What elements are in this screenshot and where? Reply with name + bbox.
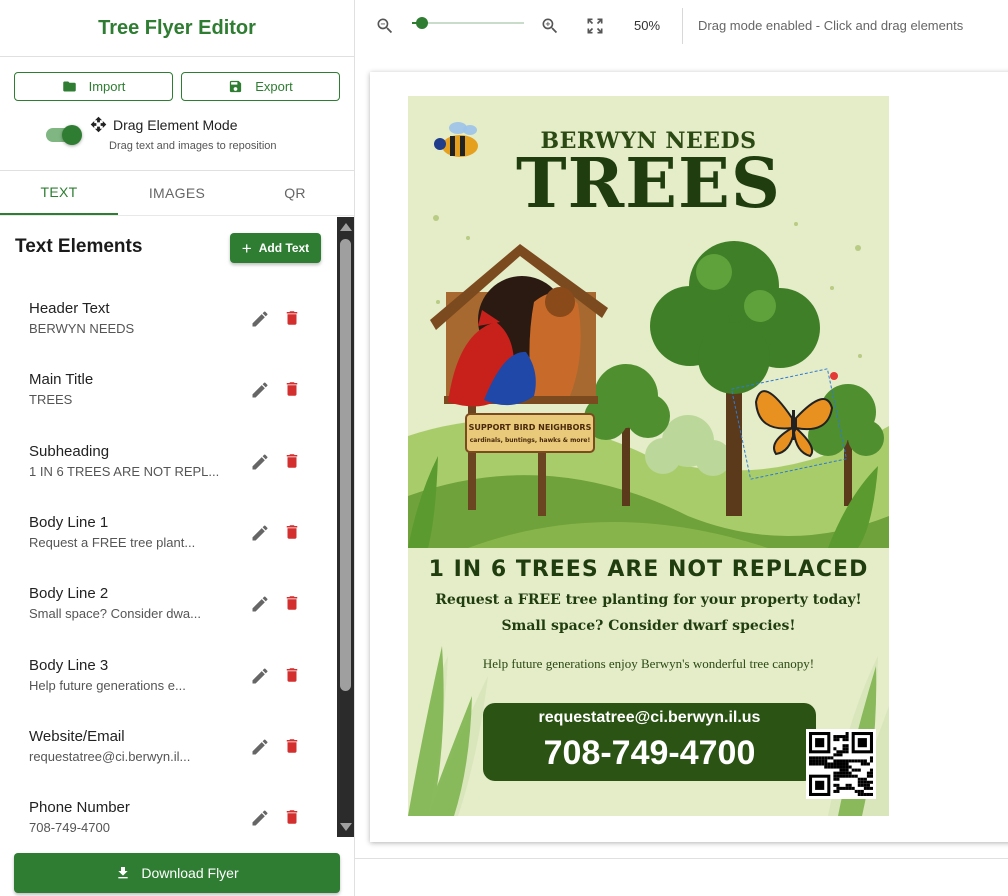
- text-element-title: Body Line 3: [29, 656, 109, 674]
- zoom-slider[interactable]: [412, 17, 524, 29]
- folder-icon: [62, 81, 76, 92]
- text-element-row[interactable]: Header Text BERWYN NEEDS: [29, 300, 319, 350]
- edit-icon[interactable]: [250, 737, 270, 757]
- text-element-title: Phone Number: [29, 799, 130, 817]
- save-icon: [230, 80, 242, 93]
- text-element-title: Body Line 2: [29, 585, 109, 603]
- status-text: Drag mode enabled - Click and drag eleme…: [698, 18, 964, 33]
- zoom-percentage: 50%: [634, 18, 661, 33]
- text-element-row[interactable]: Body Line 1 Request a FREE tree plant...: [29, 514, 319, 564]
- drag-mode-toggle[interactable]: [46, 125, 82, 145]
- drag-mode-hint: Drag text and images to reposition: [109, 140, 277, 152]
- delete-icon[interactable]: [283, 523, 301, 543]
- download-label: Download Flyer: [141, 865, 239, 881]
- text-element-value: 708-749-4700: [29, 820, 110, 836]
- qr-code-pattern: [809, 732, 873, 796]
- text-element-value: requestatree@ci.berwyn.il...: [29, 748, 191, 764]
- top-toolbar: 50% Drag mode enabled - Click and drag e…: [355, 0, 1008, 52]
- import-export-row: Import Export: [14, 72, 340, 101]
- scroll-down-arrow[interactable]: [340, 823, 352, 831]
- download-flyer-button[interactable]: Download Flyer: [14, 853, 340, 893]
- edit-icon[interactable]: [250, 523, 270, 543]
- text-element-row[interactable]: Body Line 3 Help future generations e...: [29, 657, 319, 707]
- text-element-title: Header Text: [29, 300, 110, 317]
- add-text-label: Add Text: [258, 241, 310, 255]
- tab-qr[interactable]: QR: [236, 171, 354, 215]
- edit-icon[interactable]: [250, 380, 270, 400]
- flyer-email[interactable]: requestatree@ci.berwyn.il.us: [483, 709, 816, 727]
- app-root: Tree Flyer Editor Import Export Drag Ele…: [0, 0, 1008, 896]
- tab-bar: TEXT IMAGES QR: [0, 170, 354, 216]
- flyer-body-line-3[interactable]: Help future generations enjoy Berwyn's w…: [408, 656, 889, 672]
- panel-heading: Text Elements: [15, 236, 143, 257]
- add-text-button[interactable]: + Add Text: [230, 233, 321, 263]
- text-element-row[interactable]: Website/Email requestatree@ci.berwyn.il..…: [29, 728, 319, 778]
- delete-icon[interactable]: [283, 594, 301, 614]
- import-label: Import: [88, 79, 126, 94]
- sign-line-1: SUPPORT BIRD NEIGHBORS: [469, 423, 592, 432]
- scroll-thumb[interactable]: [340, 239, 351, 691]
- text-elements-panel: Text Elements + Add Text Header Text BERW…: [0, 217, 354, 837]
- text-element-row[interactable]: Main Title TREES: [29, 371, 319, 421]
- delete-icon[interactable]: [283, 808, 301, 828]
- fit-screen-icon[interactable]: [585, 16, 605, 36]
- flyer-preview: SUPPORT BIRD NEIGHBORS cardinals, buntin…: [408, 96, 889, 816]
- text-element-value: Request a FREE tree plant...: [29, 534, 196, 550]
- delete-icon[interactable]: [283, 380, 301, 400]
- export-label: Export: [255, 79, 293, 94]
- move-icon: [90, 116, 107, 133]
- flyer-phone[interactable]: 708-749-4700: [483, 734, 816, 773]
- flyer-main-title[interactable]: TREES: [408, 144, 889, 224]
- text-element-value: 1 IN 6 TREES ARE NOT REPL...: [29, 463, 220, 479]
- export-button[interactable]: Export: [181, 72, 340, 101]
- zoom-out-icon[interactable]: [375, 16, 395, 36]
- text-element-row[interactable]: Subheading 1 IN 6 TREES ARE NOT REPL...: [29, 443, 319, 493]
- sign-line-2: cardinals, buntings, hawks & more!: [470, 437, 590, 444]
- edit-icon[interactable]: [250, 309, 270, 329]
- tab-images[interactable]: IMAGES: [118, 171, 236, 215]
- text-element-value: BERWYN NEEDS: [29, 321, 135, 336]
- toggle-knob: [62, 125, 82, 145]
- zoom-in-icon[interactable]: [540, 16, 560, 36]
- text-element-title: Subheading: [29, 442, 110, 460]
- text-element-value: Small space? Consider dwa...: [29, 606, 201, 622]
- flyer-body-line-2[interactable]: Small space? Consider dwarf species!: [408, 618, 889, 634]
- edit-icon[interactable]: [250, 594, 270, 614]
- drag-mode-text: Drag Element Mode: [113, 116, 238, 133]
- zoom-slider-handle[interactable]: [416, 17, 429, 29]
- qr-code[interactable]: [806, 729, 876, 799]
- flyer-body-line-1[interactable]: Request a FREE tree planting for your pr…: [408, 592, 889, 608]
- flyer-contact-box: requestatree@ci.berwyn.il.us 708-749-470…: [483, 703, 816, 781]
- delete-icon[interactable]: [283, 452, 301, 472]
- list-scrollbar[interactable]: [337, 217, 354, 837]
- text-element-row[interactable]: Body Line 2 Small space? Consider dwa...: [29, 585, 319, 635]
- edit-icon[interactable]: [250, 808, 270, 828]
- drag-mode-label: Drag Element Mode: [90, 116, 238, 133]
- app-title: Tree Flyer Editor: [0, 0, 354, 57]
- text-element-value: Help future generations e...: [29, 677, 186, 693]
- flyer-subheading[interactable]: 1 IN 6 TREES ARE NOT REPLACED: [408, 557, 889, 582]
- delete-icon[interactable]: [283, 666, 301, 686]
- import-button[interactable]: Import: [14, 72, 173, 101]
- edit-icon[interactable]: [250, 452, 270, 472]
- download-icon: [118, 867, 129, 879]
- text-element-row[interactable]: Phone Number 708-749-4700: [29, 799, 319, 837]
- text-element-title: Website/Email: [29, 727, 125, 745]
- text-element-title: Body Line 1: [29, 513, 109, 531]
- plus-icon: +: [241, 238, 252, 258]
- toolbar-divider: [682, 8, 683, 44]
- tab-text[interactable]: TEXT: [0, 171, 118, 215]
- delete-icon[interactable]: [283, 309, 301, 329]
- edit-icon[interactable]: [250, 666, 270, 686]
- text-element-value: TREES: [29, 392, 73, 408]
- text-element-title: Main Title: [29, 371, 94, 389]
- scroll-up-arrow[interactable]: [340, 223, 352, 231]
- delete-icon[interactable]: [283, 737, 301, 757]
- sidebar: Tree Flyer Editor Import Export Drag Ele…: [0, 0, 355, 896]
